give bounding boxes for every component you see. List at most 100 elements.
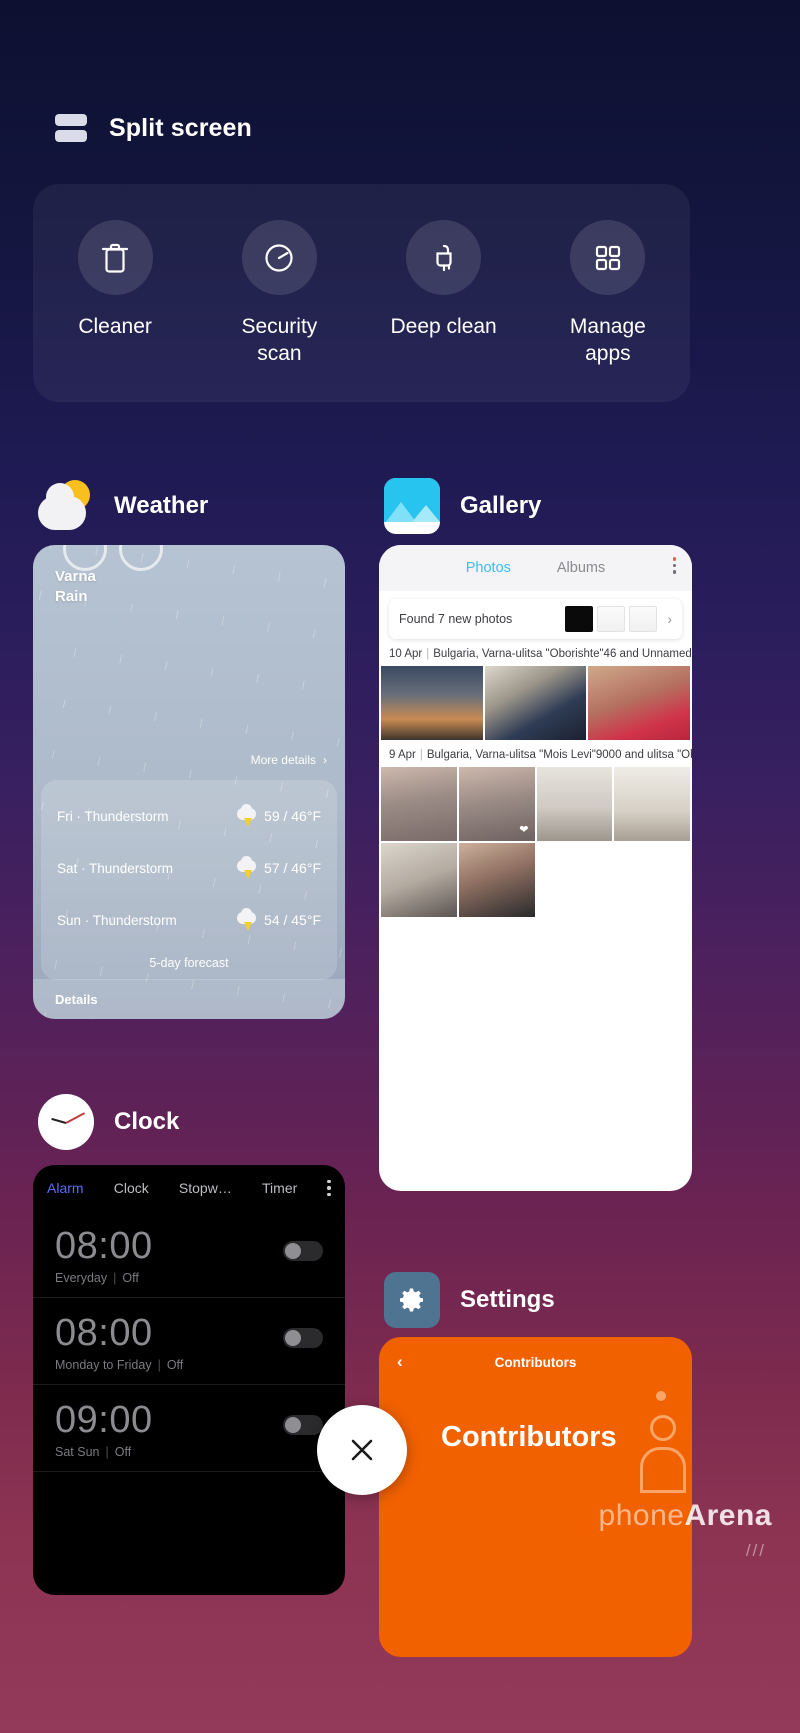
person-outline-icon bbox=[640, 1415, 686, 1493]
forecast-row[interactable]: Sat · Thunderstorm 57 / 46°F bbox=[41, 842, 337, 894]
shortcut-label: Cleaner bbox=[78, 315, 152, 338]
app-title: Gallery bbox=[460, 492, 542, 519]
group-location: Bulgaria, Varna-ulitsa "Mois Levi"9000 a… bbox=[426, 749, 692, 761]
shortcut-label: Security scan bbox=[241, 315, 318, 365]
clock-app-card[interactable]: Alarm Clock Stopw… Timer 08:00 Everyday |… bbox=[33, 1165, 345, 1595]
thumbnail bbox=[565, 606, 594, 632]
settings-bar-title: Contributors bbox=[494, 1354, 577, 1370]
overflow-menu-icon[interactable] bbox=[327, 1179, 331, 1197]
more-details-link[interactable]: More details › bbox=[251, 753, 327, 767]
photo-thumbnail[interactable] bbox=[458, 843, 535, 917]
forecast-temp: 59 / 46°F bbox=[264, 808, 321, 824]
gallery-tabs: Photos Albums bbox=[379, 545, 692, 591]
photo-placeholder bbox=[536, 843, 613, 917]
weather-city: Varna bbox=[55, 568, 96, 585]
photo-row bbox=[379, 843, 692, 917]
thunderstorm-icon bbox=[237, 908, 257, 931]
gear-icon bbox=[384, 1272, 440, 1328]
alarm-repeat: Sat Sun bbox=[55, 1445, 100, 1459]
shortcut-cleaner[interactable]: Cleaner bbox=[40, 220, 190, 340]
app-header-weather[interactable]: Weather bbox=[38, 478, 208, 534]
decorative-dot bbox=[656, 1391, 666, 1401]
photo-thumbnail[interactable] bbox=[381, 666, 483, 740]
app-header-gallery[interactable]: Gallery bbox=[384, 478, 541, 534]
forecast-row[interactable]: Sun · Thunderstorm 54 / 45°F bbox=[41, 894, 337, 946]
found-photos-label: Found 7 new photos bbox=[399, 612, 513, 626]
speedometer-icon bbox=[241, 220, 317, 295]
photo-thumbnail[interactable] bbox=[614, 767, 690, 841]
settings-app-bar: ‹ Contributors bbox=[379, 1337, 692, 1387]
alarm-toggle[interactable] bbox=[283, 1415, 323, 1435]
thumbnail bbox=[597, 606, 626, 632]
group-date: 9 Apr bbox=[389, 749, 416, 761]
photo-row: ❤ bbox=[379, 767, 692, 841]
tab-stopwatch[interactable]: Stopw… bbox=[179, 1180, 232, 1196]
app-title: Weather bbox=[114, 492, 209, 519]
alarm-row[interactable]: 08:00 Monday to Friday | Off bbox=[33, 1298, 345, 1385]
photo-group-date: 10 Apr | Bulgaria, Varna-ulitsa "Oborishte… bbox=[379, 639, 692, 666]
forecast-day: Fri · Thunderstorm bbox=[57, 808, 169, 824]
alarm-toggle[interactable] bbox=[283, 1328, 323, 1348]
photo-group-date: 9 Apr | Bulgaria, Varna-ulitsa "Mois Levi"… bbox=[379, 740, 692, 767]
weather-location: Varna Rain bbox=[55, 567, 96, 607]
watermark-slashes: /// bbox=[745, 1541, 766, 1560]
grid-icon bbox=[570, 220, 646, 295]
app-header-clock[interactable]: Clock bbox=[38, 1094, 179, 1150]
group-location: Bulgaria, Varna-ulitsa "Oborishte"46 and… bbox=[433, 648, 692, 660]
tab-clock[interactable]: Clock bbox=[114, 1180, 149, 1196]
forecast-day: Sat · Thunderstorm bbox=[57, 860, 174, 876]
settings-heading: Contributors bbox=[441, 1421, 617, 1453]
alarm-toggle[interactable] bbox=[283, 1241, 323, 1261]
weather-sun-cloud-icon bbox=[38, 478, 94, 534]
overflow-menu-icon[interactable] bbox=[672, 557, 676, 574]
tab-photos[interactable]: Photos bbox=[466, 560, 511, 576]
shortcut-deep-clean[interactable]: Deep clean bbox=[369, 220, 519, 340]
alarm-repeat: Monday to Friday bbox=[55, 1358, 152, 1372]
split-screen-row[interactable]: Split screen bbox=[55, 112, 252, 144]
shortcut-security-scan[interactable]: Security scan bbox=[204, 220, 354, 367]
alarm-state: Off bbox=[114, 1445, 132, 1459]
gallery-picture-icon bbox=[384, 478, 440, 534]
photo-thumbnail[interactable]: ❤ bbox=[458, 767, 535, 841]
chevron-right-icon: › bbox=[323, 753, 327, 767]
tab-timer[interactable]: Timer bbox=[262, 1180, 297, 1196]
alarm-repeat: Everyday bbox=[55, 1271, 108, 1285]
forecast-temp: 57 / 46°F bbox=[264, 860, 321, 876]
alarm-time: 08:00 bbox=[55, 1225, 153, 1267]
photo-thumbnail[interactable] bbox=[381, 843, 457, 917]
forecast-row[interactable]: Fri · Thunderstorm 59 / 46°F bbox=[41, 790, 337, 842]
photo-thumbnail[interactable] bbox=[381, 767, 457, 841]
photo-thumbnail[interactable] bbox=[588, 666, 691, 740]
alarm-row[interactable]: 09:00 Sat Sun | Off bbox=[33, 1385, 345, 1472]
alarm-time: 09:00 bbox=[55, 1399, 153, 1441]
thumbnail bbox=[629, 606, 658, 632]
found-photos-banner[interactable]: Found 7 new photos › bbox=[389, 599, 682, 639]
forecast-temp: 54 / 45°F bbox=[264, 912, 321, 928]
app-header-settings[interactable]: Settings bbox=[384, 1272, 555, 1328]
close-all-button[interactable] bbox=[317, 1405, 407, 1495]
alarm-state: Off bbox=[166, 1358, 184, 1372]
weather-app-card[interactable]: Varna Rain More details › Fri · Thunders… bbox=[33, 545, 345, 1019]
tab-alarm[interactable]: Alarm bbox=[47, 1180, 84, 1196]
photo-thumbnail[interactable] bbox=[536, 767, 613, 841]
alarm-time: 08:00 bbox=[55, 1312, 153, 1354]
photo-placeholder bbox=[614, 843, 690, 917]
trash-icon bbox=[77, 220, 153, 295]
chevron-right-icon: › bbox=[667, 611, 672, 627]
shortcut-label: Deep clean bbox=[390, 315, 497, 338]
photo-thumbnail[interactable] bbox=[484, 666, 587, 740]
watermark: phoneArena bbox=[599, 1499, 772, 1533]
back-arrow-icon[interactable]: ‹ bbox=[397, 1352, 403, 1372]
app-title: Clock bbox=[114, 1108, 180, 1135]
gallery-app-card[interactable]: Photos Albums Found 7 new photos › 10 Ap… bbox=[379, 545, 692, 1191]
weather-condition: Rain bbox=[55, 588, 88, 605]
shortcut-manage-apps[interactable]: Manage apps bbox=[533, 220, 683, 367]
more-details-label: More details bbox=[250, 753, 316, 767]
shortcut-label: Manage apps bbox=[569, 315, 646, 365]
group-date: 10 Apr bbox=[389, 648, 423, 660]
weather-details-bar[interactable]: Details bbox=[33, 979, 345, 1019]
alarm-row[interactable]: 08:00 Everyday | Off bbox=[33, 1211, 345, 1298]
settings-app-card[interactable]: ‹ Contributors Contributors bbox=[379, 1337, 692, 1657]
tab-albums[interactable]: Albums bbox=[557, 560, 605, 576]
five-day-forecast-link[interactable]: 5-day forecast bbox=[41, 946, 337, 970]
